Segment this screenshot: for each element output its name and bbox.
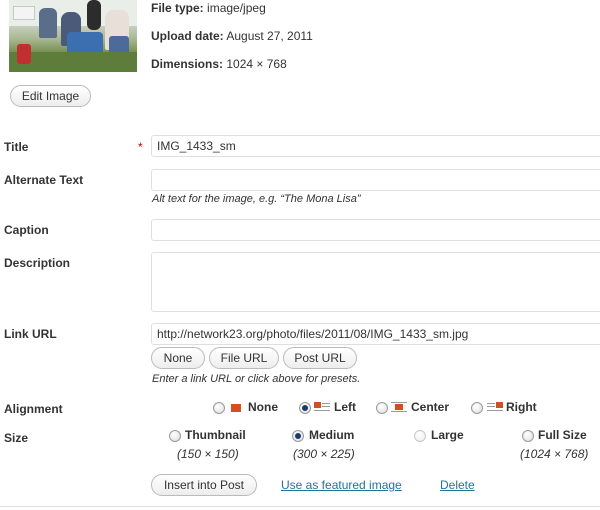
alt-text-label: Alternate Text	[4, 173, 84, 187]
size-medium-label[interactable]: Medium	[309, 428, 354, 442]
align-left-icon	[314, 401, 330, 413]
size-large-label: Large	[431, 428, 464, 442]
align-center-label[interactable]: Center	[411, 400, 449, 414]
align-none-label[interactable]: None	[248, 400, 278, 414]
upload-date-line: Upload date: August 27, 2011	[151, 29, 313, 43]
size-label: Size	[4, 431, 29, 445]
use-as-featured-image-link[interactable]: Use as featured image	[281, 478, 402, 492]
dimensions-label: Dimensions:	[151, 57, 224, 71]
alt-text-input[interactable]	[151, 169, 600, 191]
size-full-radio[interactable]	[522, 430, 534, 442]
size-full-dims: (1024 × 768)	[520, 447, 589, 461]
delete-link[interactable]: Delete	[440, 478, 475, 492]
upload-date-value: August 27, 2011	[226, 29, 313, 43]
align-right-radio[interactable]	[471, 402, 483, 414]
dimensions-value: 1024 × 768	[226, 57, 287, 71]
alt-text-help: Alt text for the image, e.g. “The Mona L…	[152, 193, 361, 205]
size-full-label[interactable]: Full Size	[538, 428, 587, 442]
edit-image-button[interactable]: Edit Image	[10, 85, 91, 107]
size-thumbnail-dims: (150 × 150)	[177, 447, 239, 461]
dimensions-line: Dimensions: 1024 × 768	[151, 57, 287, 71]
align-left-label[interactable]: Left	[334, 400, 356, 414]
caption-input[interactable]	[151, 219, 600, 241]
link-url-input[interactable]: http://network23.org/photo/files/2011/08…	[151, 323, 600, 345]
attachment-thumbnail	[9, 0, 137, 72]
align-left-radio[interactable]	[299, 402, 311, 414]
description-textarea[interactable]	[151, 252, 600, 312]
title-input[interactable]: IMG_1433_sm	[151, 135, 600, 157]
align-none-icon	[228, 402, 244, 414]
size-thumbnail-label[interactable]: Thumbnail	[185, 428, 246, 442]
align-none-radio[interactable]	[213, 402, 225, 414]
link-post-url-button[interactable]: Post URL	[283, 347, 357, 369]
caption-label: Caption	[4, 223, 49, 237]
upload-date-label: Upload date:	[151, 29, 224, 43]
link-url-help: Enter a link URL or click above for pres…	[152, 373, 361, 385]
alignment-label: Alignment	[4, 402, 63, 416]
align-center-radio[interactable]	[376, 402, 388, 414]
size-medium-radio[interactable]	[292, 430, 304, 442]
description-label: Description	[4, 256, 71, 270]
file-type-value: image/jpeg	[207, 1, 266, 15]
file-type-label: File type:	[151, 1, 204, 15]
align-right-icon	[487, 401, 503, 413]
title-label: Title	[4, 140, 29, 154]
align-center-icon	[391, 401, 407, 413]
link-file-url-button[interactable]: File URL	[209, 347, 279, 369]
file-type-line: File type: image/jpeg	[151, 1, 266, 15]
link-none-button[interactable]: None	[151, 347, 205, 369]
link-url-label: Link URL	[4, 327, 57, 341]
align-right-label[interactable]: Right	[506, 400, 537, 414]
insert-into-post-button[interactable]: Insert into Post	[151, 474, 257, 496]
size-medium-dims: (300 × 225)	[293, 447, 355, 461]
size-thumbnail-radio[interactable]	[169, 430, 181, 442]
required-mark: *	[138, 140, 143, 154]
bottom-divider	[0, 506, 600, 507]
size-large-radio	[414, 430, 426, 442]
